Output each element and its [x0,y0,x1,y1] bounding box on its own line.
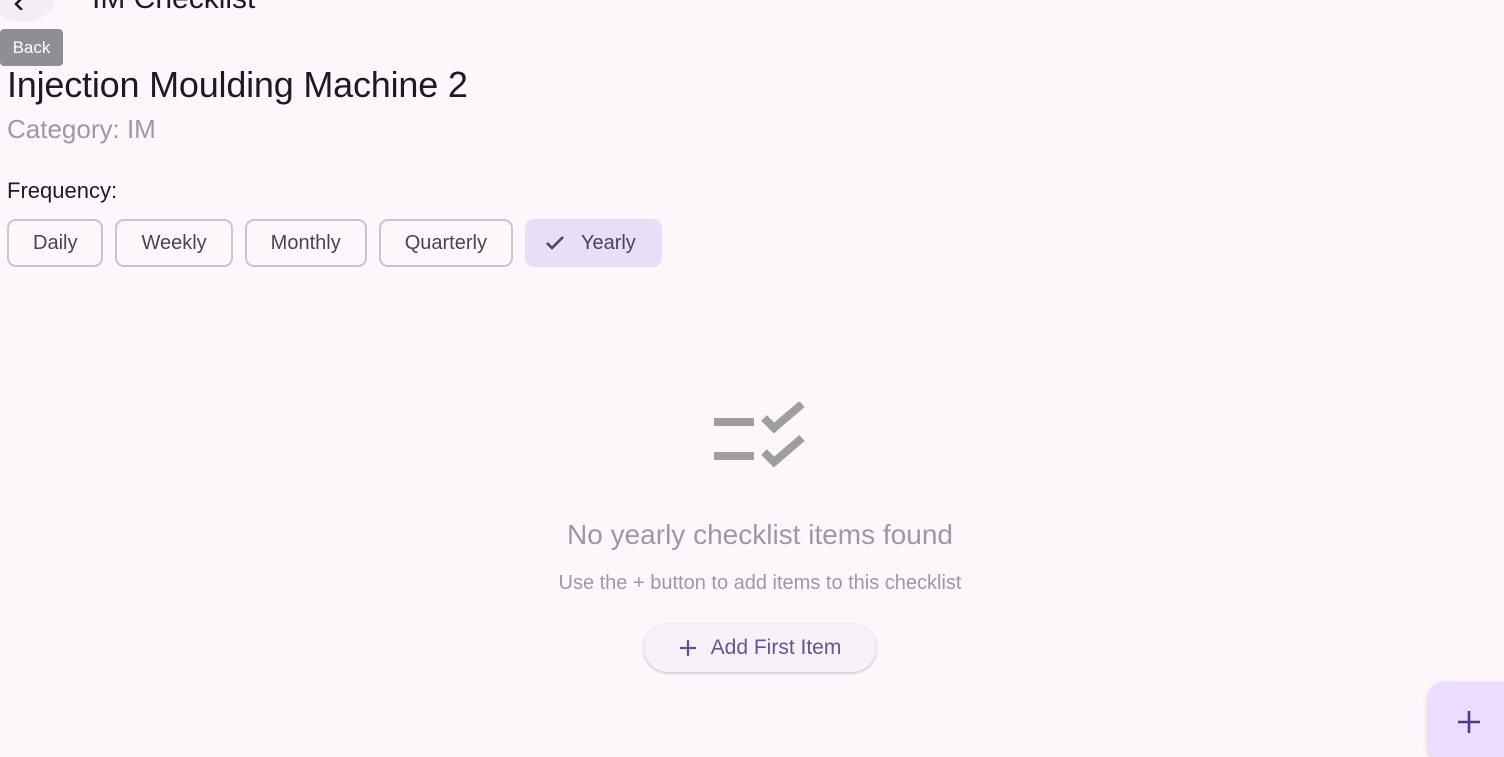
app-bar: IM Checklist [0,0,1504,22]
add-icon [679,640,696,656]
empty-state-subtitle: Use the + button to add items to this ch… [558,572,962,594]
frequency-chip-daily[interactable]: Daily [7,219,104,267]
chip-label: Daily [33,231,78,254]
checklist-icon [714,402,805,468]
frequency-chip-yearly[interactable]: Yearly [524,219,662,267]
check-icon [546,236,564,250]
add-icon [1458,711,1480,733]
add-first-item-label: Add First Item [710,636,842,659]
back-tooltip: Back [0,29,63,66]
arrow-back-icon [14,0,23,10]
frequency-label: Frequency: [7,178,118,203]
add-first-item-button[interactable]: Add First Item [644,624,876,672]
chip-label: Monthly [270,231,341,254]
machine-category: Category: IM [7,114,156,144]
app-screen: IM Checklist Back Injection Moulding Mac… [0,0,1504,757]
empty-state-title: No yearly checklist items found [567,519,953,550]
chip-label: Quarterly [404,231,487,254]
frequency-chip-quarterly[interactable]: Quarterly [378,219,513,267]
frequency-chip-monthly[interactable]: Monthly [244,219,367,267]
chip-label: Yearly [580,231,636,254]
add-item-fab[interactable] [1428,682,1504,757]
app-bar-title: IM Checklist [92,0,255,14]
frequency-chip-weekly[interactable]: Weekly [115,219,233,267]
chip-label: Weekly [141,231,207,254]
back-button[interactable] [0,0,56,22]
machine-name: Injection Moulding Machine 2 [7,64,468,105]
frequency-chip-group: Daily Weekly Monthly Quarterly Yearly [7,219,662,267]
